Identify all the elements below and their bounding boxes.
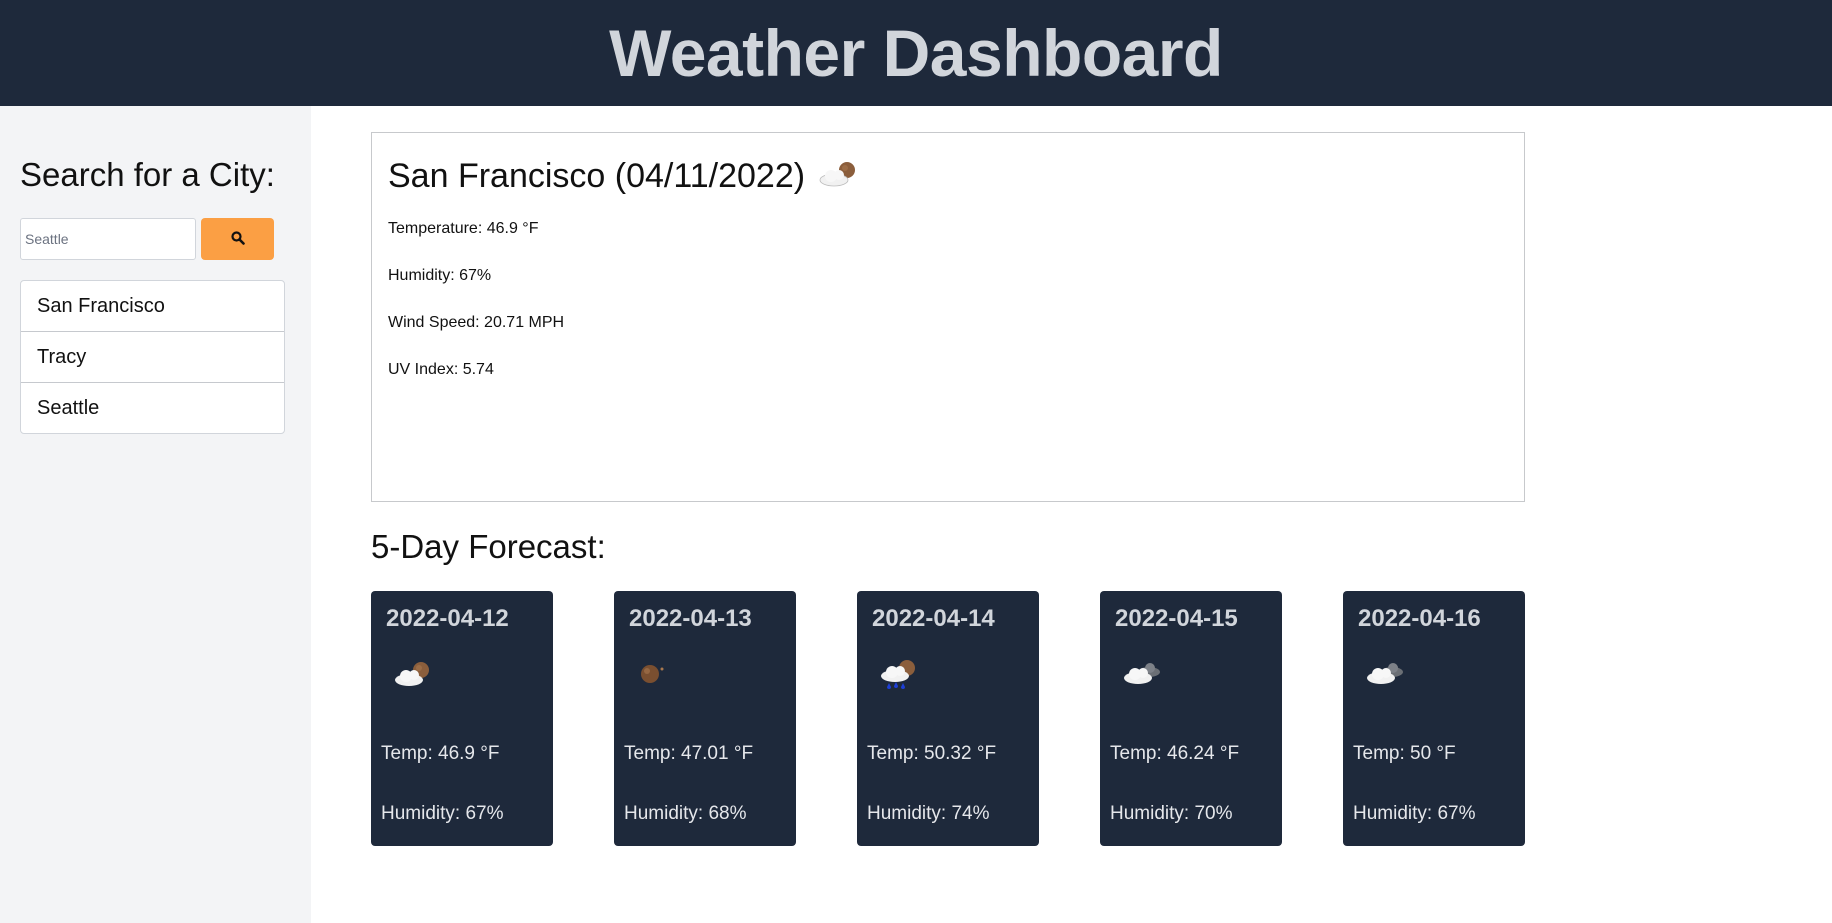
forecast-date: 2022-04-15 (1115, 605, 1238, 632)
current-humidity: Humidity: 67% (388, 267, 492, 284)
forecast-humidity: Humidity: 74% (867, 803, 990, 824)
search-history-list: San Francisco Tracy Seattle (20, 280, 285, 434)
forecast-temp: Temp: 47.01 °F (624, 743, 754, 764)
current-weather-panel: San Francisco (04/11/2022) Temperature: … (371, 132, 1525, 502)
forecast-humidity: Humidity: 68% (624, 803, 747, 824)
forecast-card: 2022-04-13 Temp: 47.01 °F Humidity: 68% (614, 591, 796, 846)
forecast-humidity: Humidity: 67% (381, 803, 504, 824)
forecast-date: 2022-04-14 (872, 605, 995, 632)
forecast-temp: Temp: 46.9 °F (381, 743, 500, 764)
forecast-card: 2022-04-12 Temp: 46.9 °F Humidity: 67% (371, 591, 553, 846)
forecast-date: 2022-04-16 (1358, 605, 1481, 632)
current-wind-speed: Wind Speed: 20.71 MPH (388, 314, 565, 331)
current-uv-index: UV Index: 5.74 (388, 361, 494, 378)
forecast-temp: Temp: 46.24 °F (1110, 743, 1240, 764)
city-search-input[interactable] (20, 218, 196, 260)
partly-cloudy-night-icon (391, 657, 437, 696)
forecast-temp: Temp: 50 °F (1353, 743, 1456, 764)
history-item-san-francisco[interactable]: San Francisco (21, 281, 284, 332)
forecast-temp: Temp: 50.32 °F (867, 743, 997, 764)
forecast-date: 2022-04-12 (386, 605, 509, 632)
current-city-date: San Francisco (04/11/2022) (388, 157, 806, 195)
forecast-humidity: Humidity: 70% (1110, 803, 1233, 824)
clear-night-icon (634, 657, 680, 696)
history-item-tracy[interactable]: Tracy (21, 332, 284, 383)
broken-clouds-icon (1120, 657, 1166, 696)
rain-night-icon (877, 657, 923, 696)
forecast-card: 2022-04-15 Temp: 46.24 °F Humidity: 70% (1100, 591, 1282, 846)
sidebar: Search for a City: San Francisco Tracy S… (0, 106, 311, 923)
current-weather-header: San Francisco (04/11/2022) (388, 157, 861, 196)
partly-cloudy-night-icon (817, 159, 861, 194)
broken-clouds-icon (1363, 657, 1409, 696)
search-icon (230, 230, 245, 248)
search-heading: Search for a City: (20, 156, 275, 193)
current-temperature: Temperature: 46.9 °F (388, 220, 539, 237)
page-title: Weather Dashboard (609, 16, 1223, 90)
app-header: Weather Dashboard (0, 0, 1832, 106)
forecast-card: 2022-04-16 Temp: 50 °F Humidity: 67% (1343, 591, 1525, 846)
forecast-card: 2022-04-14 Temp: 50.32 °F Humidity: 74% (857, 591, 1039, 846)
forecast-heading: 5-Day Forecast: (371, 528, 606, 565)
forecast-humidity: Humidity: 67% (1353, 803, 1476, 824)
history-item-seattle[interactable]: Seattle (21, 383, 284, 433)
search-button[interactable] (201, 218, 274, 260)
forecast-date: 2022-04-13 (629, 605, 752, 632)
